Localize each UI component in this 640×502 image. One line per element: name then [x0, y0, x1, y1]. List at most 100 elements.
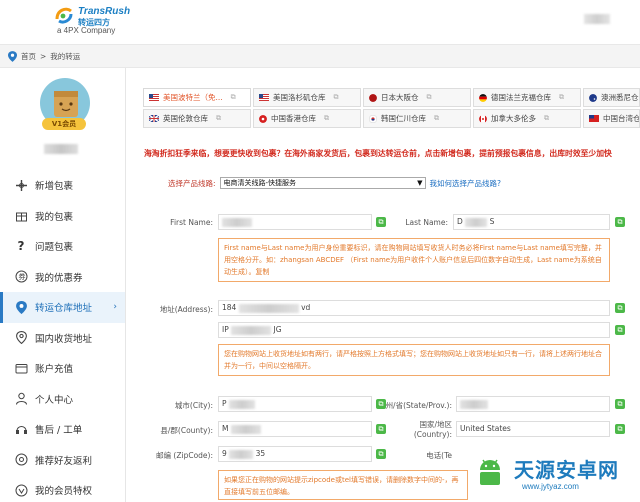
- plus-cross-icon: [14, 178, 28, 192]
- question-icon: ?: [17, 239, 25, 254]
- zip-suffix: 35: [255, 449, 266, 458]
- address-2-suffix: JG: [273, 325, 282, 334]
- first-name-field[interactable]: [218, 214, 372, 230]
- tab-ca-toronto[interactable]: 加拿大多伦多 ⧉: [473, 109, 581, 128]
- address-line-2-field[interactable]: IP JG: [218, 322, 610, 338]
- breadcrumb-home[interactable]: 首页: [21, 51, 36, 62]
- copy-icon: ⧉: [434, 114, 439, 122]
- county-blurred: [230, 424, 261, 434]
- android-robot-logo: [474, 458, 506, 490]
- copy-icon: ⧉: [324, 114, 329, 122]
- us-flag-icon: [259, 94, 269, 101]
- address-2-blurred: [231, 325, 272, 335]
- product-line-row: 选择产品线路: 电商清关线路-快捷服务 ▼ 我如何选择产品线路?: [168, 177, 501, 189]
- county-field[interactable]: M: [218, 421, 372, 437]
- breadcrumb-current[interactable]: 我的转运: [50, 51, 80, 62]
- svg-text:券: 券: [18, 272, 25, 281]
- product-line-select[interactable]: 电商清关线路-快捷服务 ▼: [219, 177, 426, 189]
- tab-us-los-angeles[interactable]: 美国洛杉矶仓库 ⧉: [253, 88, 361, 107]
- kr-flag-icon: [369, 114, 377, 123]
- zip-prefix: 9: [222, 449, 227, 458]
- tab-uk-london[interactable]: 英国伦敦仓库 ⧉: [143, 109, 251, 128]
- sidebar-item-label: 推荐好友返利: [35, 455, 93, 467]
- product-line-label: 选择产品线路:: [168, 178, 216, 188]
- tab-kr-incheon[interactable]: 韩国仁川仓库 ⧉: [363, 109, 471, 128]
- tab-label: 日本大阪仓: [381, 93, 419, 102]
- tab-label: 英国伦敦仓库: [163, 114, 208, 123]
- sidebar-item-domestic-address[interactable]: 国内收货地址: [0, 323, 125, 354]
- logo-text-en: TransRush: [78, 6, 131, 17]
- tab-hk[interactable]: 中国香港仓库 ⧉: [253, 109, 361, 128]
- vip-icon: [14, 483, 28, 497]
- sidebar-item-problem-packages[interactable]: ? 问题包裹: [0, 231, 125, 262]
- tab-label: 中国台湾仓: [603, 114, 640, 123]
- dropdown-arrow-icon: ▼: [417, 179, 423, 187]
- chevron-right-icon: ›: [113, 302, 117, 312]
- gift-box-icon: [14, 209, 28, 223]
- breadcrumb-separator: >: [40, 52, 47, 61]
- address-line-1-field[interactable]: 184 vd: [218, 300, 610, 316]
- tab-jp-osaka[interactable]: 日本大阪仓 ⧉: [363, 88, 471, 107]
- sidebar-item-vip-privileges[interactable]: 我的会员特权: [0, 475, 125, 502]
- copy-icon[interactable]: ⧉: [615, 399, 625, 409]
- tab-us-portland[interactable]: 美国波特兰（免... ⧉: [143, 88, 251, 107]
- coupon-icon: 券: [14, 270, 28, 284]
- sidebar-item-my-packages[interactable]: 我的包裹: [0, 201, 125, 232]
- copy-icon: ⧉: [216, 114, 221, 122]
- sidebar-item-label: 问题包裹: [35, 242, 74, 254]
- zip-field[interactable]: 9 35: [218, 446, 372, 462]
- us-flag-icon: [149, 94, 159, 101]
- last-name-field[interactable]: D S: [453, 214, 610, 230]
- zip-label: 邮编 (ZipCode):: [156, 451, 213, 460]
- product-line-help-link[interactable]: 我如何选择产品线路?: [430, 178, 501, 189]
- tab-tw[interactable]: 中国台湾仓: [583, 109, 640, 128]
- page: TransRush 转运四方 a 4PX Company 首页 > 我的转运 V…: [0, 0, 640, 502]
- watermark-text: 天源安卓网: [514, 458, 619, 482]
- tab-au-sydney[interactable]: 澳洲悉尼仓: [583, 88, 640, 107]
- last-name-blurred: [465, 217, 488, 227]
- sidebar-item-new-package[interactable]: 新增包裹: [0, 170, 125, 201]
- address-1-blurred: [238, 303, 299, 313]
- city-field[interactable]: P: [218, 396, 372, 412]
- tab-de-frankfurt[interactable]: 德国法兰克福仓库 ⧉: [473, 88, 581, 107]
- au-flag-icon: [589, 93, 597, 102]
- copy-icon: ⧉: [544, 114, 549, 122]
- phone-label: 电话(Te: [426, 451, 452, 460]
- sidebar-item-recharge[interactable]: 账户充值: [0, 353, 125, 384]
- header: TransRush 转运四方 a 4PX Company: [0, 0, 640, 42]
- copy-icon: ⧉: [559, 93, 564, 101]
- tab-label: 中国香港仓库: [271, 114, 316, 123]
- sidebar-item-warehouse-address[interactable]: 转运仓库地址 ›: [0, 292, 125, 323]
- wallet-icon: [14, 361, 28, 375]
- sidebar-item-coupons[interactable]: 券 我的优惠券: [0, 262, 125, 293]
- share-icon: [14, 453, 28, 467]
- zip-tip: 如果您正在购物的网站提示zipcode或tel填写错误，请删除数字中间的-，再直…: [218, 470, 468, 500]
- logo[interactable]: TransRush 转运四方 a 4PX Company: [52, 4, 132, 38]
- sidebar-item-referral[interactable]: 推荐好友返利: [0, 445, 125, 476]
- sidebar-item-label: 个人中心: [35, 394, 74, 406]
- copy-icon[interactable]: ⧉: [615, 325, 625, 335]
- state-blurred: [460, 399, 488, 409]
- first-name-blurred: [222, 217, 252, 227]
- ca-flag-icon: [479, 114, 487, 123]
- watermark-url: www.jytyaz.com: [522, 482, 579, 491]
- username-blurred: [44, 144, 78, 154]
- copy-icon[interactable]: ⧉: [615, 424, 625, 434]
- state-field[interactable]: [456, 396, 610, 412]
- location-icon: [14, 331, 28, 345]
- copy-icon[interactable]: ⧉: [615, 217, 625, 227]
- sidebar-item-profile[interactable]: 个人中心: [0, 384, 125, 415]
- sidebar-item-label: 我的会员特权: [35, 486, 93, 498]
- sidebar-item-after-sales[interactable]: 售后 / 工单: [0, 414, 125, 445]
- country-field[interactable]: United States: [456, 421, 610, 437]
- sidebar-item-label: 转运仓库地址: [35, 303, 93, 315]
- copy-icon: ⧉: [333, 93, 339, 101]
- address-label: 地址(Address):: [159, 305, 213, 314]
- sidebar-item-label: 我的优惠券: [35, 272, 83, 284]
- tab-label: 韩国仁川仓库: [381, 114, 426, 123]
- tab-label: 加拿大多伦多: [491, 114, 536, 123]
- copy-icon: ⧉: [230, 93, 236, 101]
- copy-icon[interactable]: ⧉: [615, 303, 625, 313]
- de-flag-icon: [479, 93, 487, 102]
- user-name-blurred[interactable]: [584, 14, 610, 24]
